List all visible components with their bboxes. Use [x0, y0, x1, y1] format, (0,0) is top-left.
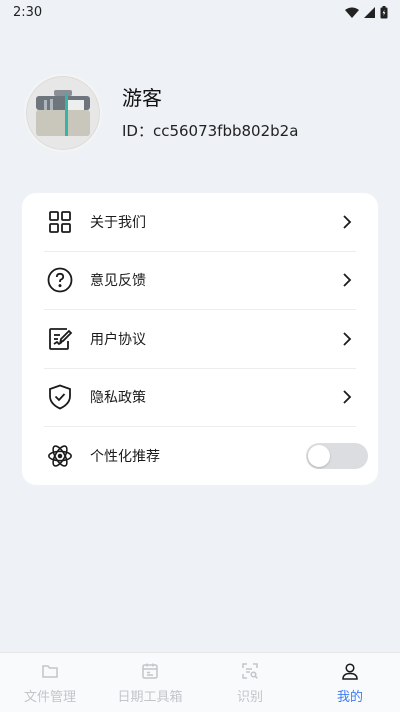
status-time: 2:30 — [13, 4, 43, 20]
menu-item-label: 意见反馈 — [90, 273, 146, 290]
tab-label: 文件管理 — [23, 690, 76, 705]
menu-item-label: 用户协议 — [90, 331, 146, 348]
status-bar: 2:30 — [0, 0, 400, 24]
user-id: ID：cc56073fbb802b2a — [122, 122, 299, 140]
atom-icon — [47, 443, 73, 469]
menu-item-about-us[interactable]: 关于我们 — [44, 193, 356, 252]
username: 游客 — [122, 86, 162, 110]
personalized-recommendation-toggle[interactable] — [306, 443, 368, 470]
menu-item-label: 个性化推荐 — [90, 449, 160, 466]
battery-icon — [380, 5, 388, 18]
menu-item-feedback[interactable]: 意见反馈 — [44, 252, 356, 310]
settings-card: 关于我们 意见反馈 用户协议 隐私政策 个性化推荐 — [22, 193, 378, 485]
question-icon — [47, 267, 73, 293]
chevron-right-icon — [343, 273, 352, 287]
bottom-tab-bar: 文件管理 日期工具箱 识别 我的 — [0, 652, 400, 712]
menu-item-label: 隐私政策 — [90, 390, 146, 407]
tab-mine[interactable]: 我的 — [300, 653, 400, 712]
shield-check-icon — [47, 384, 73, 410]
calendar-icon — [142, 663, 158, 679]
menu-item-personalized-recommendation: 个性化推荐 — [44, 427, 368, 486]
menu-item-label: 关于我们 — [90, 214, 146, 231]
scan-icon — [242, 663, 258, 679]
menu-item-user-agreement[interactable]: 用户协议 — [44, 310, 356, 369]
tab-recognize[interactable]: 识别 — [200, 653, 300, 712]
toolbox-icon — [36, 90, 90, 136]
tab-label: 日期工具箱 — [117, 690, 183, 705]
signal-icon — [364, 6, 375, 18]
tab-label: 我的 — [336, 690, 363, 705]
status-icons — [345, 5, 388, 19]
document-edit-icon — [47, 326, 73, 352]
menu-item-privacy-policy[interactable]: 隐私政策 — [44, 369, 356, 427]
chevron-right-icon — [343, 390, 352, 404]
tab-date-toolbox[interactable]: 日期工具箱 — [100, 653, 200, 712]
folder-icon — [42, 665, 58, 678]
tab-file-management[interactable]: 文件管理 — [0, 653, 100, 712]
toggle-knob — [308, 445, 330, 468]
chevron-right-icon — [343, 332, 352, 346]
wifi-icon — [345, 7, 359, 18]
profile-header: 游客 ID：cc56073fbb802b2a — [24, 74, 298, 152]
user-icon — [342, 663, 358, 680]
avatar[interactable] — [24, 74, 102, 152]
grid-icon — [47, 209, 73, 235]
chevron-right-icon — [343, 215, 352, 229]
tab-label: 识别 — [236, 690, 263, 705]
